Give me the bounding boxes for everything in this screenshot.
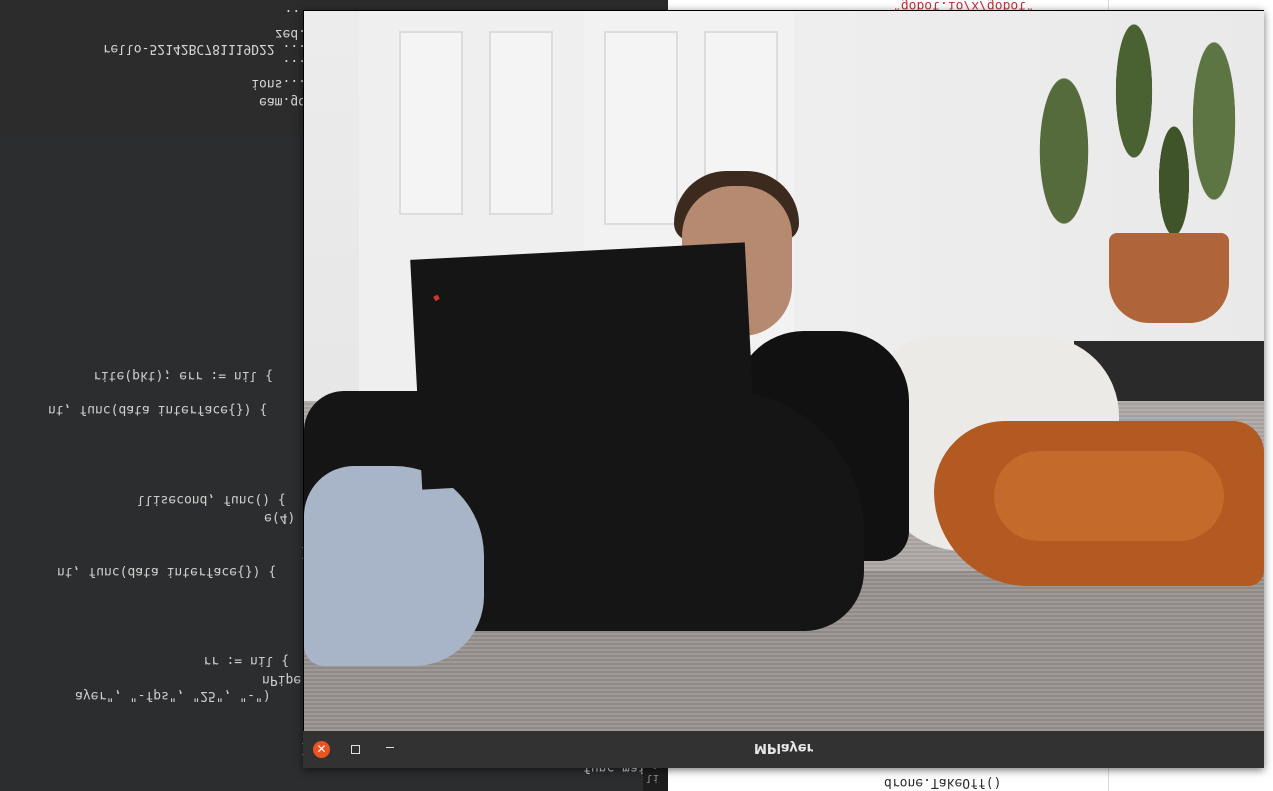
terminal-line: ions... [251,76,306,91]
door-panel [399,31,463,215]
terminal-line: rello-52142BC781119D22 ... [102,41,307,56]
code-line: e(4) [264,510,296,525]
mplayer-titlebar[interactable]: ✕ MPlayer [303,731,1264,768]
code-line: llisecond, func() { [137,492,286,507]
code-line: ayer", "-fps", "25", "-") [75,688,271,703]
plant-leaves [1004,11,1264,251]
code-call: drone.TakeOff() [884,775,1002,790]
gutter-label: li [646,772,660,785]
sock [304,466,484,666]
mplayer-window[interactable]: ■ ✕ MPlayer [303,10,1264,768]
plant-pot [1109,233,1229,323]
code-line: nt, func(data interface{}) { [57,564,277,579]
video-frame: ■ [304,11,1264,731]
door-panel [604,31,678,225]
code-line: rite(pkt); err := nil { [93,368,274,383]
dog-body [994,451,1224,541]
door-panel [489,31,553,215]
window-title: MPlayer [754,740,813,755]
terminal-line: eam.go [259,94,306,109]
code-line: rr := nil { [203,653,290,668]
terminal-line: zed. [274,26,306,41]
code-line: nt, func(data interface{}) { [48,402,268,417]
laptop [410,242,757,490]
